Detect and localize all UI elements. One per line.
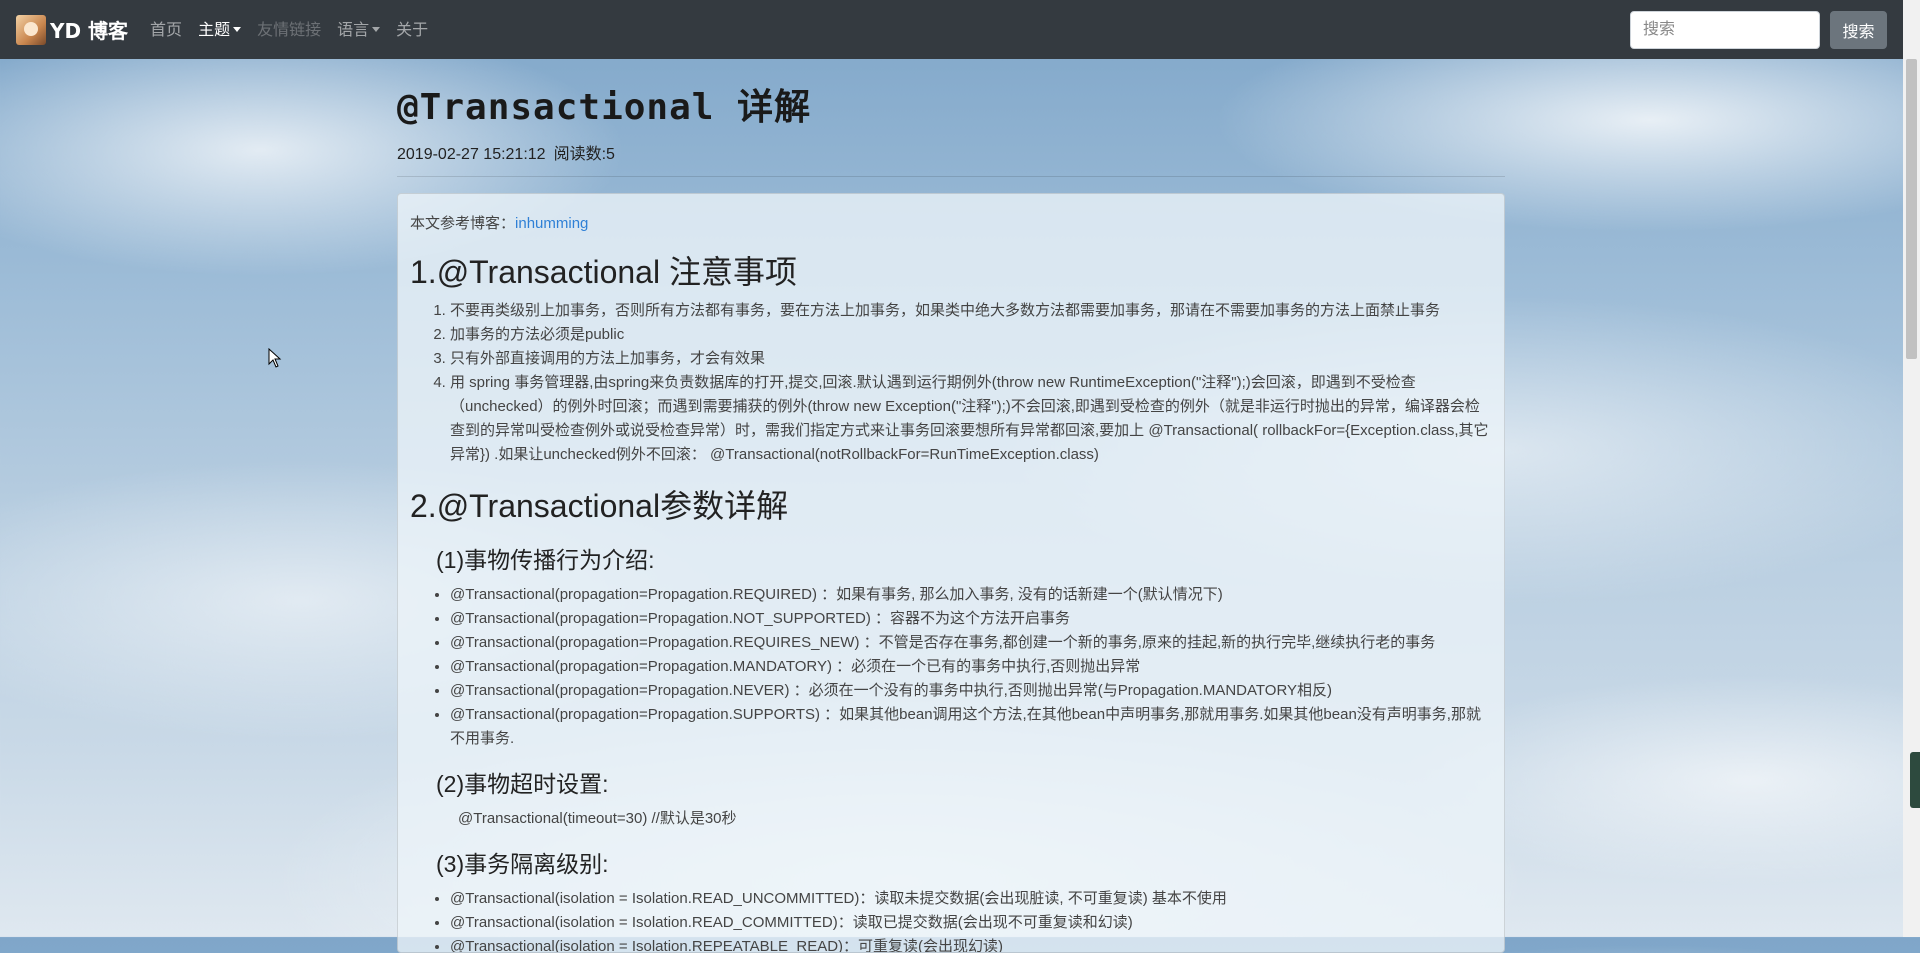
nav-topics-dropdown[interactable]: 主题 (190, 0, 249, 59)
chevron-down-icon (372, 27, 381, 32)
list-item: @Transactional(isolation = Isolation.REA… (450, 911, 1492, 935)
post-header: @Transactional 详解 2019-02-27 15:21:12 阅读数… (397, 78, 1505, 164)
list-item: @Transactional(propagation=Propagation.S… (450, 703, 1492, 751)
search-input[interactable] (1630, 11, 1820, 49)
scrollbar-thumb[interactable] (1906, 59, 1917, 359)
isolation-list: @Transactional(isolation = Isolation.REA… (410, 887, 1492, 952)
brand-logo (16, 14, 46, 45)
top-navbar: YD 博客 首页 主题 友情链接 语言 关于 搜索 (0, 0, 1920, 59)
list-item: @Transactional(propagation=Propagation.R… (450, 583, 1492, 607)
list-item: @Transactional(propagation=Propagation.R… (450, 631, 1492, 655)
list-item: @Transactional(isolation = Isolation.REA… (450, 887, 1492, 911)
list-item: @Transactional(propagation=Propagation.M… (450, 655, 1492, 679)
nav-friend-links[interactable]: 友情链接 (249, 0, 329, 59)
propagation-list: @Transactional(propagation=Propagation.R… (410, 583, 1492, 751)
article-body: 本文参考博客：inhumming 1.@Transactional 注意事项 不… (397, 193, 1505, 953)
brand[interactable]: YD 博客 (16, 14, 129, 45)
section-heading: 2.@Transactional参数详解 (410, 488, 789, 524)
brand-name: YD 博客 (50, 19, 129, 43)
list-item: 加事务的方法必须是public (450, 323, 1492, 347)
reference-link[interactable]: inhumming (515, 215, 588, 232)
subsection-heading: (1)事物传播行为介绍: (436, 547, 655, 573)
post-date: 2019-02-27 15:21:12 (397, 146, 546, 163)
main-nav: 首页 主题 友情链接 语言 关于 (142, 0, 436, 59)
subsection-heading: (2)事物超时设置: (436, 771, 609, 797)
post-read-count: 阅读数:5 (553, 146, 615, 163)
nav-home[interactable]: 首页 (142, 0, 190, 59)
section-heading: 1.@Transactional 注意事项 (410, 254, 797, 290)
chevron-down-icon (233, 27, 242, 32)
post-meta: 2019-02-27 15:21:12 阅读数:5 (397, 140, 1505, 164)
timeout-text: @Transactional(timeout=30) //默认是30秒 (458, 810, 737, 827)
list-item: @Transactional(isolation = Isolation.REP… (450, 935, 1492, 952)
subsection-heading: (3)事务隔离级别: (436, 851, 609, 877)
nav-language-dropdown[interactable]: 语言 (329, 0, 388, 59)
notes-list: 不要再类级别上加事务，否则所有方法都有事务，要在方法上加事务，如果类中绝大多数方… (410, 299, 1492, 467)
list-item: 只有外部直接调用的方法上加事务，才会有效果 (450, 347, 1492, 371)
reference-prefix: 本文参考博客： (410, 215, 516, 232)
search-button[interactable]: 搜索 (1830, 11, 1887, 49)
nav-language-label: 语言 (337, 20, 370, 39)
list-item: @Transactional(propagation=Propagation.N… (450, 607, 1492, 631)
list-item: 用 spring 事务管理器,由spring来负责数据库的打开,提交,回滚.默认… (450, 371, 1492, 467)
divider (397, 176, 1505, 177)
nav-about[interactable]: 关于 (388, 0, 436, 59)
post-title: @Transactional 详解 (397, 87, 812, 128)
nav-topics-label: 主题 (198, 20, 231, 39)
reference-line: 本文参考博客：inhumming (410, 212, 1492, 233)
side-widget[interactable] (1910, 752, 1920, 808)
list-item: 不要再类级别上加事务，否则所有方法都有事务，要在方法上加事务，如果类中绝大多数方… (450, 299, 1492, 323)
list-item: @Transactional(propagation=Propagation.N… (450, 679, 1492, 703)
